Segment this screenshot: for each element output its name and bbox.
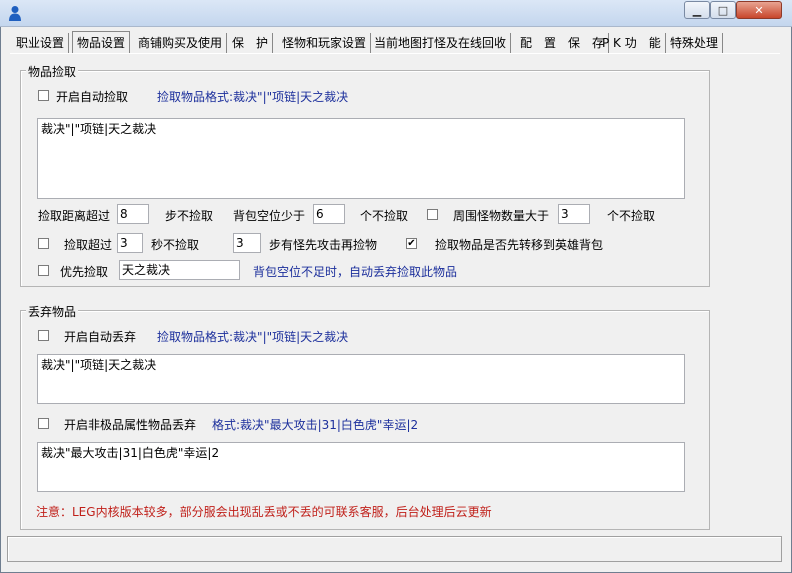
- discard-group-title: 丢弃物品: [26, 303, 79, 320]
- user-icon: [9, 6, 21, 21]
- tab-label: 职业设置: [16, 36, 65, 50]
- maximize-icon: □: [717, 3, 729, 17]
- nonpremium-discard-label: 开启非极品属性物品丢弃: [64, 418, 197, 432]
- title-bar[interactable]: ▁ □ ✕: [0, 0, 792, 27]
- tab-monster-player[interactable]: 怪物和玩家设置: [278, 33, 372, 53]
- priority-pickup-label: 优先捡取: [60, 265, 109, 279]
- timeout-label: 捡取超过: [64, 238, 113, 252]
- priority-pickup-input[interactable]: 天之裁决: [119, 260, 240, 280]
- checkmark-icon: ✔: [407, 237, 416, 249]
- timeout-input[interactable]: 3: [117, 233, 143, 253]
- auto-pickup-checkbox[interactable]: [38, 90, 49, 101]
- minimize-icon: ▁: [692, 3, 702, 17]
- monster-count-checkbox[interactable]: [427, 209, 438, 220]
- tab-label: 保 护: [232, 36, 269, 50]
- auto-discard-label: 开启自动丢弃: [64, 330, 137, 344]
- close-button[interactable]: ✕: [736, 1, 782, 19]
- nonpremium-textarea[interactable]: 裁决"最大攻击|31|白色虎"幸运|2: [37, 442, 685, 492]
- tab-map-hunting[interactable]: 当前地图打怪及在线回收: [370, 33, 512, 53]
- notice-text: 注意：LEG内核版本较多，部分服会出现乱丢或不丢的可联系客服，后台处理后云更新: [36, 505, 492, 519]
- attack-steps-input[interactable]: 3: [233, 233, 261, 253]
- bag-space-label: 背包空位少于: [233, 209, 306, 223]
- attack-steps-label: 步有怪先攻击再捡物: [269, 238, 378, 252]
- monster-count-input[interactable]: 3: [558, 204, 590, 224]
- discard-format-hint: 捡取物品格式:裁决"|"项链|天之裁决: [157, 330, 349, 344]
- tab-shop-purchase[interactable]: 商铺购买及使用: [134, 33, 228, 53]
- tab-label: P K 功 能: [602, 36, 661, 50]
- bag-space-suffix: 个不捡取: [360, 209, 409, 223]
- tab-label: 物品设置: [77, 36, 126, 50]
- tab-item-settings[interactable]: 物品设置: [72, 31, 131, 53]
- minimize-button[interactable]: ▁: [684, 1, 710, 19]
- transfer-hero-bag-checkbox[interactable]: ✔: [406, 238, 417, 249]
- tab-divider: [10, 53, 780, 54]
- pickup-list-textarea[interactable]: 裁决"|"项链|天之裁决: [37, 118, 685, 199]
- auto-pickup-label: 开启自动捡取: [56, 90, 129, 104]
- tab-label: 怪物和玩家设置: [282, 36, 367, 50]
- transfer-hero-bag-label: 捡取物品是否先转移到英雄背包: [435, 238, 604, 252]
- distance-suffix: 步不捡取: [165, 209, 214, 223]
- tab-label: 当前地图打怪及在线回收: [374, 36, 507, 50]
- tab-pk[interactable]: P K 功 能: [598, 33, 666, 53]
- bag-full-hint: 背包空位不足时，自动丢弃捡取此物品: [253, 265, 458, 279]
- distance-label: 捡取距离超过: [38, 209, 111, 223]
- status-bar: [7, 536, 782, 562]
- priority-pickup-checkbox[interactable]: [38, 265, 49, 276]
- bag-space-input[interactable]: 6: [313, 204, 345, 224]
- monster-count-suffix: 个不捡取: [607, 209, 656, 223]
- tab-special[interactable]: 特殊处理: [666, 33, 724, 53]
- pickup-format-hint: 捡取物品格式:裁决"|"项链|天之裁决: [157, 90, 349, 104]
- timeout-checkbox[interactable]: [38, 238, 49, 249]
- monster-count-label: 周围怪物数量大于: [453, 209, 550, 223]
- nonpremium-discard-checkbox[interactable]: [38, 418, 49, 429]
- timeout-suffix: 秒不捡取: [151, 238, 200, 252]
- distance-input[interactable]: 8: [117, 204, 149, 224]
- tab-job-settings[interactable]: 职业设置: [12, 33, 70, 53]
- discard-list-textarea[interactable]: 裁决"|"项链|天之裁决: [37, 354, 685, 404]
- tab-protection[interactable]: 保 护: [228, 33, 274, 53]
- auto-discard-checkbox[interactable]: [38, 330, 49, 341]
- pickup-group-title: 物品捡取: [26, 63, 79, 80]
- tab-config-save[interactable]: 配 置 保 存: [516, 33, 610, 53]
- maximize-button[interactable]: □: [710, 1, 736, 19]
- tab-label: 配 置 保 存: [520, 36, 605, 50]
- nonpremium-format-hint: 格式:裁决"最大攻击|31|白色虎"幸运|2: [212, 418, 419, 432]
- close-icon: ✕: [754, 3, 764, 17]
- tab-label: 商铺购买及使用: [138, 36, 223, 50]
- tab-label: 特殊处理: [670, 36, 719, 50]
